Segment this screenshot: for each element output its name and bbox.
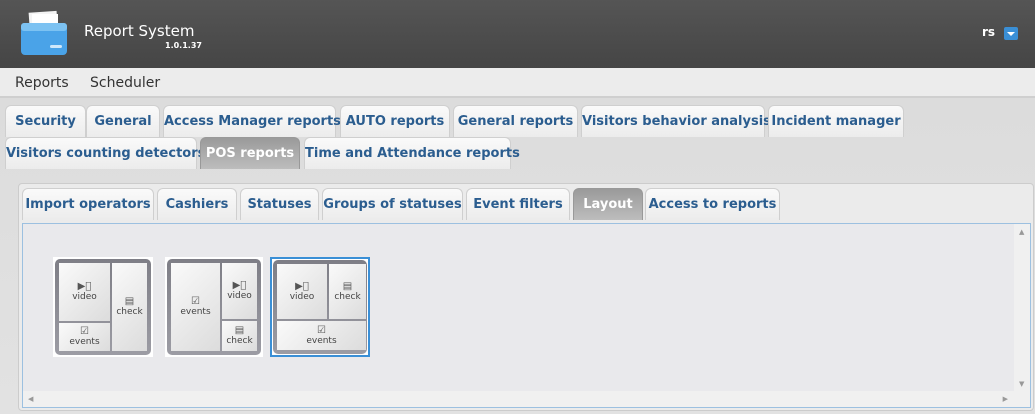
layout-option-1[interactable]: ▶⃝ video ▤ check ☑ events: [53, 257, 153, 357]
app-header: Report System 1.0.1.37 rs: [0, 0, 1035, 68]
tab-general-reports[interactable]: General reports: [453, 105, 578, 137]
cell-check: ▤ check: [329, 264, 366, 319]
menu-bar: Reports Scheduler: [0, 68, 1035, 98]
tab-general[interactable]: General: [86, 105, 160, 137]
scroll-left-icon[interactable]: ◀: [28, 395, 33, 403]
menu-reports[interactable]: Reports: [15, 75, 69, 91]
scroll-down-icon[interactable]: ▼: [1019, 380, 1024, 388]
cell-events: ☑ events: [277, 321, 366, 350]
cell-video: ▶⃝ video: [59, 263, 110, 321]
play-icon: ▶⃝: [232, 280, 247, 291]
scroll-up-icon[interactable]: ▲: [1019, 228, 1024, 236]
cell-video: ▶⃝ video: [222, 263, 257, 319]
tab-auto-reports[interactable]: AUTO reports: [340, 105, 450, 137]
subtab-layout[interactable]: Layout: [573, 188, 643, 220]
cell-check: ▤ check: [222, 321, 257, 351]
folder-logo-icon: [21, 10, 67, 55]
tab-time-and-attendance-reports[interactable]: Time and Attendance reports: [304, 137, 520, 169]
cell-events: ☑ events: [171, 263, 220, 351]
app-version: 1.0.1.37: [165, 41, 202, 50]
tab-incident-manager[interactable]: Incident manager: [768, 105, 904, 137]
subtab-import-operators[interactable]: Import operators: [22, 188, 154, 220]
vertical-scrollbar[interactable]: ▲ ▼: [1014, 224, 1030, 392]
subtab-cashiers[interactable]: Cashiers: [157, 188, 237, 220]
subtab-event-filters[interactable]: Event filters: [466, 188, 570, 220]
receipt-icon: ▤: [342, 280, 353, 292]
receipt-icon: ▤: [124, 296, 135, 307]
scroll-right-icon[interactable]: ▶: [1003, 395, 1008, 403]
play-icon: ▶⃝: [295, 280, 309, 292]
receipt-icon: ▤: [234, 325, 245, 336]
layout-option-3[interactable]: ▶⃝ video ▤ check ☑ events: [270, 257, 370, 357]
user-dropdown-icon[interactable]: [1004, 27, 1018, 40]
checkbox-icon: ☑: [317, 324, 326, 336]
checkbox-icon: ☑: [191, 296, 200, 307]
checkbox-icon: ☑: [80, 326, 89, 337]
tab-visitors-behavior-analysis[interactable]: Visitors behavior analysis: [581, 105, 771, 137]
tab-security[interactable]: Security: [5, 105, 86, 137]
play-icon: ▶⃝: [77, 281, 92, 292]
menu-scheduler[interactable]: Scheduler: [90, 75, 160, 91]
app-title: Report System: [84, 22, 195, 40]
user-name[interactable]: rs: [982, 25, 995, 39]
subtab-access-to-reports[interactable]: Access to reports: [645, 188, 780, 220]
tab-access-manager-reports[interactable]: Access Manager reports: [163, 105, 341, 137]
cell-video: ▶⃝ video: [277, 264, 327, 319]
horizontal-scrollbar[interactable]: ◀ ▶: [23, 391, 1030, 407]
cell-check: ▤ check: [112, 263, 147, 351]
tab-pos-reports[interactable]: POS reports: [200, 137, 300, 169]
layout-option-2[interactable]: ☑ events ▶⃝ video ▤ check: [165, 257, 263, 357]
cell-events: ☑ events: [59, 323, 110, 351]
subtab-statuses[interactable]: Statuses: [240, 188, 319, 220]
subtab-groups-of-statuses[interactable]: Groups of statuses: [322, 188, 463, 220]
tab-visitors-counting-detectors[interactable]: Visitors counting detectors: [5, 137, 205, 169]
